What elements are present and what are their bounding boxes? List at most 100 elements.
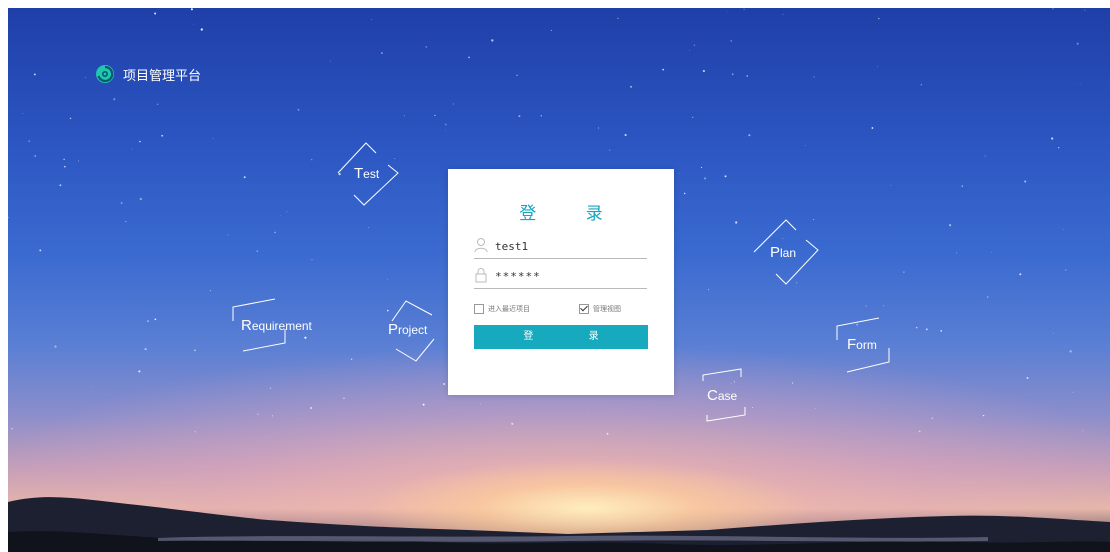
star	[871, 127, 874, 129]
star	[518, 115, 521, 118]
star	[1063, 228, 1064, 230]
star	[269, 387, 272, 389]
star	[883, 305, 884, 307]
star	[380, 52, 383, 55]
landscape-silhouette	[8, 497, 1110, 552]
star	[597, 127, 600, 129]
star	[69, 117, 72, 120]
star	[200, 28, 203, 31]
star	[194, 349, 196, 352]
star	[700, 166, 703, 168]
password-value[interactable]: ******	[495, 270, 541, 283]
checkbox-checked[interactable]	[579, 304, 589, 314]
login-panel: 登 录 test1 ****** 进入最近项目 管理视图 登 录	[448, 169, 674, 395]
star	[915, 326, 918, 329]
star	[257, 413, 259, 415]
star	[606, 432, 609, 435]
star	[54, 345, 57, 348]
star	[256, 250, 259, 253]
star	[274, 231, 276, 234]
password-field[interactable]: ******	[474, 266, 647, 289]
star	[212, 138, 214, 140]
star	[782, 13, 784, 15]
star	[63, 158, 65, 160]
star	[301, 418, 302, 420]
star	[125, 220, 127, 223]
star	[139, 140, 141, 143]
login-button[interactable]: 登 录	[474, 325, 648, 349]
star	[452, 103, 455, 105]
star	[961, 185, 963, 187]
star	[154, 12, 157, 15]
star	[311, 159, 313, 161]
star	[491, 39, 494, 42]
star	[791, 382, 794, 384]
star	[34, 155, 37, 157]
star	[387, 278, 388, 280]
star	[11, 427, 13, 430]
star	[113, 98, 116, 101]
star	[227, 234, 229, 236]
star	[1076, 42, 1079, 45]
admin-view-label: 管理视图	[593, 305, 621, 313]
checkbox-box[interactable]	[474, 304, 484, 314]
star	[735, 221, 738, 224]
star	[310, 407, 312, 409]
star	[280, 215, 282, 217]
username-value[interactable]: test1	[495, 240, 528, 253]
star	[1052, 8, 1054, 10]
star	[630, 85, 633, 88]
star	[194, 431, 197, 433]
star	[343, 397, 345, 400]
star	[243, 176, 246, 179]
star	[209, 290, 211, 292]
star	[702, 69, 706, 73]
star	[92, 386, 94, 388]
username-field[interactable]: test1	[474, 236, 647, 259]
star	[949, 224, 952, 227]
star	[1082, 430, 1084, 432]
star	[1065, 269, 1067, 271]
star	[286, 211, 288, 213]
recent-project-checkbox[interactable]: 进入最近项目	[474, 304, 530, 314]
star	[146, 320, 150, 323]
star	[662, 68, 665, 71]
lock-icon	[475, 268, 487, 283]
star	[814, 408, 816, 409]
star	[805, 145, 806, 146]
star	[425, 46, 427, 48]
star	[33, 73, 36, 76]
star	[350, 358, 353, 361]
star	[1079, 83, 1081, 85]
star	[444, 123, 447, 126]
star	[752, 407, 754, 409]
star	[139, 197, 142, 201]
star	[144, 347, 147, 351]
star	[724, 175, 727, 178]
star	[64, 165, 66, 168]
star	[931, 417, 933, 419]
star	[703, 177, 707, 180]
star	[683, 192, 686, 195]
star	[955, 252, 958, 254]
star	[865, 305, 867, 307]
star	[1072, 391, 1074, 393]
star	[550, 29, 552, 31]
star	[85, 77, 86, 78]
star	[371, 19, 372, 21]
star	[8, 216, 9, 219]
star	[982, 414, 985, 417]
star	[925, 328, 928, 331]
star	[890, 184, 892, 186]
star	[878, 17, 880, 20]
user-icon	[474, 238, 488, 253]
star	[918, 430, 921, 433]
admin-view-checkbox[interactable]: 管理视图	[579, 304, 621, 314]
star	[588, 413, 590, 414]
star	[516, 74, 518, 77]
star	[193, 23, 194, 25]
recent-project-label: 进入最近项目	[488, 305, 530, 313]
login-title: 登 录	[519, 204, 625, 224]
star	[743, 8, 745, 10]
star	[120, 202, 123, 204]
